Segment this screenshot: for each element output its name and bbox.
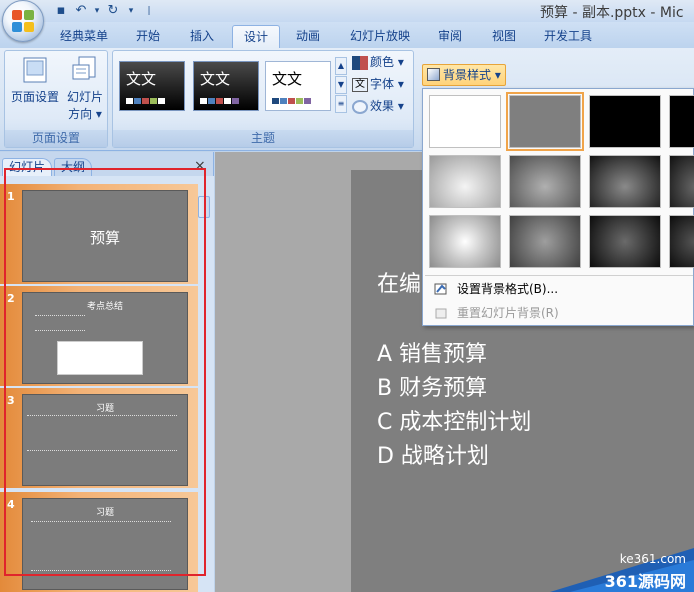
format-background-menu-item[interactable]: 设置背景格式(B)...	[425, 277, 693, 301]
theme-thumb-3[interactable]: 文文	[265, 61, 331, 111]
menu-separator	[425, 275, 693, 276]
format-background-label: 设置背景格式(B)...	[457, 282, 559, 296]
theme-thumb-3-text: 文文	[272, 70, 303, 88]
bg-style-2[interactable]	[506, 92, 584, 151]
theme-fonts-button[interactable]: 文字体 ▾	[352, 74, 404, 94]
tab-view[interactable]: 视图	[480, 25, 528, 48]
option-d: D 战略计划	[377, 444, 489, 469]
theme-thumb-1[interactable]: 文文	[119, 61, 185, 111]
page-setup-label: 页面设置	[10, 90, 59, 104]
customize-qat-icon[interactable]: ▾	[122, 2, 140, 20]
bg-style-12[interactable]	[669, 215, 694, 268]
tab-classic-menu[interactable]: 经典菜单	[52, 25, 116, 48]
office-logo-icon	[12, 10, 34, 32]
theme-thumb-2-colors	[200, 98, 239, 104]
powerpoint-window: ▪ ↶ ▾ ↻ ▾ | 预算 - 副本.pptx - Mic 经典菜单 开始 插…	[0, 0, 694, 592]
reset-background-icon	[435, 308, 447, 319]
window-title: 预算 - 副本.pptx - Mic	[540, 5, 684, 21]
watermark-domain: ke361.com	[619, 552, 686, 566]
page-setup-icon	[23, 57, 47, 83]
slide-orientation-label-1: 幻灯片	[66, 90, 103, 104]
page-setup-group-label: 页面设置	[5, 130, 107, 147]
bg-style-4[interactable]	[669, 95, 694, 148]
bg-style-11[interactable]	[589, 215, 661, 268]
effects-icon	[352, 99, 368, 114]
background-styles-dropdown: 设置背景格式(B)... 重置幻灯片背景(R)	[422, 88, 694, 326]
watermark-brand: 361源码网	[604, 572, 686, 591]
tab-design[interactable]: 设计	[232, 25, 280, 48]
colors-icon	[352, 55, 368, 70]
theme-thumb-2-text: 文文	[200, 70, 231, 88]
page-setup-group: 页面设置 幻灯片 方向 ▾ 页面设置	[4, 50, 108, 148]
reset-background-label: 重置幻灯片背景(R)	[457, 306, 559, 320]
bg-style-10[interactable]	[509, 215, 581, 268]
themes-more-icon[interactable]: ≡	[335, 95, 347, 113]
option-a: A 销售预算	[377, 342, 488, 367]
qat-separator: |	[147, 6, 151, 16]
bg-style-6[interactable]	[509, 155, 581, 208]
themes-scroll-up-icon[interactable]: ▲	[335, 57, 347, 75]
redo-icon[interactable]: ↻	[104, 2, 122, 20]
background-styles-icon	[427, 68, 440, 81]
bg-style-7[interactable]	[589, 155, 661, 208]
slide-orientation-icon	[72, 56, 96, 80]
theme-colors-label: 颜色	[370, 55, 395, 69]
save-icon[interactable]: ▪	[52, 2, 70, 20]
tab-animation[interactable]: 动画	[284, 25, 332, 48]
title-bar: ▪ ↶ ▾ ↻ ▾ | 预算 - 副本.pptx - Mic	[0, 0, 694, 42]
bg-style-1[interactable]	[429, 95, 501, 148]
reset-slide-background-menu-item[interactable]: 重置幻灯片背景(R)	[425, 301, 693, 325]
background-styles-button[interactable]: 背景样式 ▾	[422, 64, 506, 86]
theme-thumb-3-colors	[272, 98, 311, 104]
office-button[interactable]	[2, 0, 44, 42]
tab-slideshow[interactable]: 幻灯片放映	[342, 25, 418, 48]
slide-orientation-button[interactable]: 幻灯片 方向 ▾	[63, 55, 107, 122]
theme-thumb-1-text: 文文	[126, 70, 157, 88]
theme-fonts-label: 字体	[370, 77, 395, 91]
theme-thumb-2[interactable]: 文文	[193, 61, 259, 111]
page-setup-button[interactable]: 页面设置	[7, 55, 63, 105]
themes-scroll-down-icon[interactable]: ▼	[335, 76, 347, 94]
theme-colors-button[interactable]: 颜色 ▾	[352, 52, 404, 72]
tab-home[interactable]: 开始	[124, 25, 172, 48]
bg-style-8[interactable]	[669, 155, 694, 208]
tab-developer[interactable]: 开发工具	[536, 25, 600, 48]
red-highlight-box	[4, 168, 206, 576]
option-c: C 成本控制计划	[377, 410, 532, 435]
watermark: ke361.com 361源码网	[540, 540, 694, 592]
themes-group-label: 主题	[113, 130, 413, 147]
bg-style-3[interactable]	[589, 95, 661, 148]
option-b: B 财务预算	[377, 376, 488, 401]
theme-thumb-1-colors	[126, 98, 165, 104]
theme-effects-label: 效果	[370, 99, 395, 113]
bg-style-5[interactable]	[429, 155, 501, 208]
format-background-icon	[434, 283, 447, 295]
theme-effects-button[interactable]: 效果 ▾	[352, 96, 404, 116]
slide-orientation-label-2: 方向 ▾	[68, 107, 102, 121]
slide-question-text: 在编	[377, 272, 422, 297]
fonts-icon: 文	[352, 77, 368, 92]
background-styles-label: 背景样式	[443, 68, 492, 82]
tab-review[interactable]: 审阅	[426, 25, 474, 48]
tab-insert[interactable]: 插入	[178, 25, 226, 48]
bg-style-9[interactable]	[429, 215, 501, 268]
ribbon-tabs: 经典菜单 开始 插入 设计 动画 幻灯片放映 审阅 视图 开发工具	[0, 22, 694, 48]
